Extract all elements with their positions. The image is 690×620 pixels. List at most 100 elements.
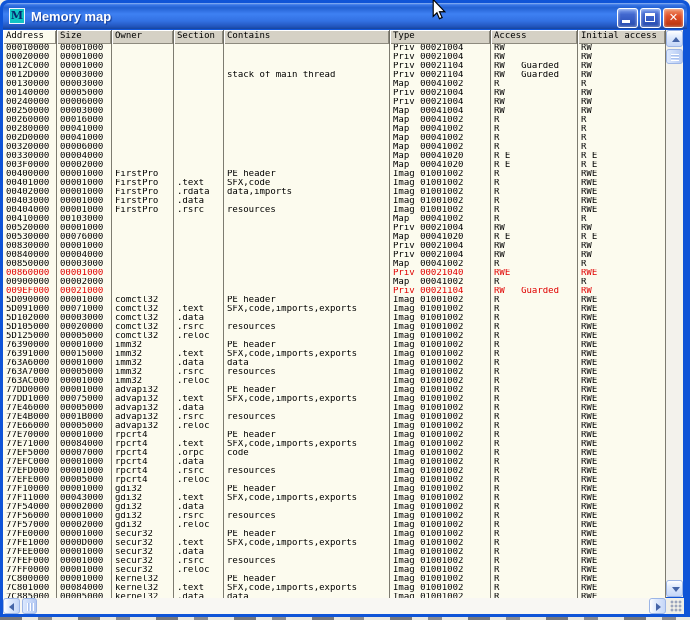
table-row[interactable]: 0040100000001000FirstPro.textSFX,codeIma… <box>3 179 666 188</box>
table-row[interactable]: 77FF000000001000secur32.relocImag 010010… <box>3 566 666 575</box>
table-row[interactable]: 763A700000005000imm32.rsrcresourcesImag … <box>3 368 666 377</box>
cell-access: R <box>491 350 578 359</box>
column-header-type[interactable]: Type <box>390 30 491 44</box>
table-row[interactable]: 77F5700000002000gdi32.relocImag 01001002… <box>3 521 666 530</box>
table-row[interactable]: 0053000000076000Map 00041020R ER E <box>3 233 666 242</box>
cell-size: 00005000 <box>57 89 112 98</box>
cell-owner: kernel32 <box>112 584 174 593</box>
table-row[interactable]: 77E6600000005000advapi32.relocImag 01001… <box>3 422 666 431</box>
table-row[interactable]: 0040000000001000FirstProPE headerImag 01… <box>3 170 666 179</box>
table-row[interactable]: 0085000000003000Map 00041002RR <box>3 260 666 269</box>
horizontal-scroll-thumb[interactable] <box>22 598 37 614</box>
table-row[interactable]: 77EFD00000001000rpcrt4.rsrcresourcesImag… <box>3 467 666 476</box>
table-row[interactable]: 77DD000000001000advapi32PE headerImag 01… <box>3 386 666 395</box>
table-row[interactable]: 77FEF00000001000secur32.rsrcresourcesIma… <box>3 557 666 566</box>
table-row[interactable]: 77F1000000001000gdi32PE headerImag 01001… <box>3 485 666 494</box>
cell-owner: imm32 <box>112 359 174 368</box>
vertical-scrollbar[interactable] <box>666 30 683 597</box>
column-header-section[interactable]: Section <box>174 30 224 44</box>
table-row[interactable]: 5D10200000003000comctl32.dataImag 010010… <box>3 314 666 323</box>
cell-address: 77F11000 <box>3 494 57 503</box>
minimize-button[interactable] <box>617 8 638 28</box>
table-row[interactable]: 0090000000002000Map 00041002RR <box>3 278 666 287</box>
table-row[interactable]: 0012C00000001000Priv 00021104RW GuardedR… <box>3 62 666 71</box>
column-header-size[interactable]: Size <box>57 30 112 44</box>
cell-initial: R <box>578 278 666 287</box>
table-row[interactable]: 0040400000001000FirstPro.rsrcresourcesIm… <box>3 206 666 215</box>
table-row[interactable]: 0024000000006000Priv 00021004RWRW <box>3 98 666 107</box>
scroll-left-button[interactable] <box>3 598 20 614</box>
table-row[interactable]: 0084000000004000Priv 00021004RWRW <box>3 251 666 260</box>
cell-access: R <box>491 494 578 503</box>
cell-contains <box>224 134 390 143</box>
table-row[interactable]: 77EF500000007000rpcrt4.orpccodeImag 0100… <box>3 449 666 458</box>
table-row[interactable]: 7639000000001000imm32PE headerImag 01001… <box>3 341 666 350</box>
table-row[interactable]: 5D09000000001000comctl32PE headerImag 01… <box>3 296 666 305</box>
table-row[interactable]: 77E7100000084000rpcrt4.textSFX,code,impo… <box>3 440 666 449</box>
table-row[interactable]: 0012D00000003000stack of main threadPriv… <box>3 71 666 80</box>
table-row[interactable]: 0052000000001000Priv 00021004RWRW <box>3 224 666 233</box>
table-row[interactable]: 77F5600000001000gdi32.rsrcresourcesImag … <box>3 512 666 521</box>
scroll-up-button[interactable] <box>666 30 683 47</box>
table-row[interactable]: 77E7000000001000rpcrt4PE headerImag 0100… <box>3 431 666 440</box>
cell-contains <box>224 62 390 71</box>
table-row[interactable]: 0013000000003000Map 00041002RR <box>3 80 666 89</box>
column-header-address[interactable]: Address <box>3 30 57 44</box>
table-row[interactable]: 0040300000001000FirstPro.dataImag 010010… <box>3 197 666 206</box>
table-row[interactable]: 77FE000000001000secur32PE headerImag 010… <box>3 530 666 539</box>
table-row[interactable]: 0032000000006000Map 00041002RR <box>3 143 666 152</box>
table-row[interactable]: 77E4600000005000advapi32.dataImag 010010… <box>3 404 666 413</box>
cell-contains: PE header <box>224 530 390 539</box>
cell-owner <box>112 44 174 53</box>
table-row[interactable]: 0040200000001000FirstPro.rdatadata,impor… <box>3 188 666 197</box>
table-row[interactable]: 0026000000016000Map 00041002RR <box>3 116 666 125</box>
table-row[interactable]: 0025000000003000Map 00041004RWRW <box>3 107 666 116</box>
table-row[interactable]: 0041000000103000Map 00041002RR <box>3 215 666 224</box>
table-row[interactable]: 0028000000041000Map 00041002RR <box>3 125 666 134</box>
column-header-owner[interactable]: Owner <box>112 30 174 44</box>
table-row[interactable]: 77FEE00000001000secur32.dataImag 0100100… <box>3 548 666 557</box>
table-row[interactable]: 0014000000005000Priv 00021004RWRW <box>3 89 666 98</box>
app-icon[interactable]: M <box>9 8 25 24</box>
table-row[interactable]: 763A600000001000imm32.datadataImag 01001… <box>3 359 666 368</box>
cell-address: 00850000 <box>3 260 57 269</box>
table-row[interactable]: 5D10500000020000comctl32.rsrcresourcesIm… <box>3 323 666 332</box>
column-header-access[interactable]: Access <box>491 30 578 44</box>
scroll-down-button[interactable] <box>666 580 683 597</box>
column-header-contains[interactable]: Contains <box>224 30 390 44</box>
close-button[interactable]: ✕ <box>663 8 684 28</box>
table-row[interactable]: 763AC00000001000imm32.relocImag 01001002… <box>3 377 666 386</box>
titlebar[interactable]: M Memory map ✕ <box>3 3 687 29</box>
table-row[interactable]: 7639100000015000imm32.textSFX,code,impor… <box>3 350 666 359</box>
table-row[interactable]: 77F1100000043000gdi32.textSFX,code,impor… <box>3 494 666 503</box>
table-row[interactable]: 77EFE00000005000rpcrt4.relocImag 0100100… <box>3 476 666 485</box>
cell-contains: SFX,code,imports,exports <box>224 584 390 593</box>
table-row[interactable]: 5D12500000005000comctl32.relocImag 01001… <box>3 332 666 341</box>
table-row[interactable]: 0086000000001000Priv 00021040RWERWE <box>3 269 666 278</box>
table-row[interactable]: 77F5400000002000gdi32.dataImag 01001002R… <box>3 503 666 512</box>
table-row[interactable]: 5D09100000071000comctl32.textSFX,code,im… <box>3 305 666 314</box>
table-row[interactable]: 009EF00000021000Priv 00021104RW GuardedR… <box>3 287 666 296</box>
cell-owner: secur32 <box>112 530 174 539</box>
table-row[interactable]: 0002000000001000Priv 00021004RWRW <box>3 53 666 62</box>
resize-grip[interactable] <box>666 598 684 614</box>
table-row[interactable]: 003F000000002000Map 00041020R ER E <box>3 161 666 170</box>
scroll-right-button[interactable] <box>649 598 666 614</box>
table-row[interactable]: 7C80000000001000kernel32PE headerImag 01… <box>3 575 666 584</box>
vertical-scroll-thumb[interactable] <box>666 49 683 64</box>
table-row[interactable]: 002D000000041000Map 00041002RR <box>3 134 666 143</box>
table-row[interactable]: 77FE10000000D000secur32.textSFX,code,imp… <box>3 539 666 548</box>
maximize-button[interactable] <box>640 8 661 28</box>
table-row[interactable]: 77DD100000075000advapi32.textSFX,code,im… <box>3 395 666 404</box>
table-row[interactable]: 0001000000001000Priv 00021004RWRW <box>3 44 666 53</box>
table-row[interactable]: 0033000000004000Map 00041020R ER E <box>3 152 666 161</box>
table-row[interactable]: 7C80100000084000kernel32.textSFX,code,im… <box>3 584 666 593</box>
table-row[interactable]: 0083000000001000Priv 00021004RWRW <box>3 242 666 251</box>
cell-type: Imag 01001002 <box>390 512 491 521</box>
cell-access: RW Guarded <box>491 62 578 71</box>
table-row[interactable]: 77E4B0000001B000advapi32.rsrcresourcesIm… <box>3 413 666 422</box>
cell-owner <box>112 269 174 278</box>
horizontal-scrollbar[interactable] <box>3 598 666 614</box>
column-header-initial[interactable]: Initial access <box>578 30 666 44</box>
table-row[interactable]: 77EFC00000001000rpcrt4.dataImag 01001002… <box>3 458 666 467</box>
